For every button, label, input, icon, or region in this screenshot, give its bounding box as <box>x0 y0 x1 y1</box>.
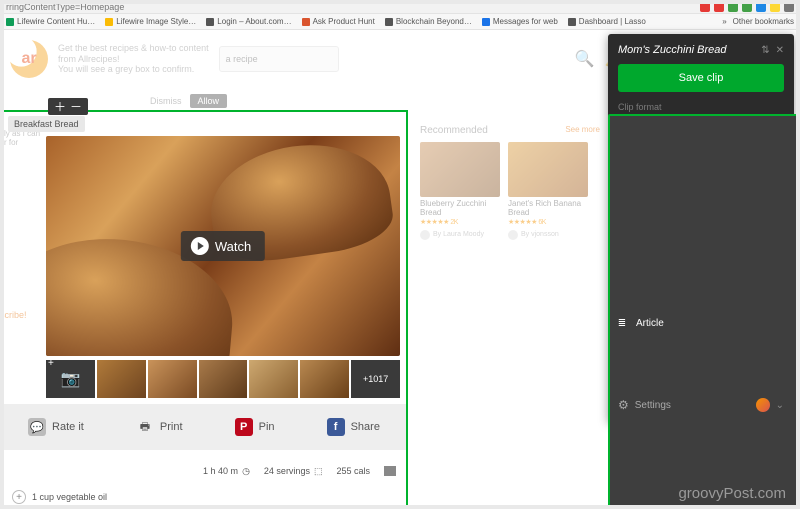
option-article[interactable]: ≣ Article ✓ <box>608 114 800 509</box>
clock-icon: ◷ <box>242 466 250 477</box>
recommended-section: Recommended See more Blueberry Zucchini B… <box>420 125 600 240</box>
avatar-icon <box>420 230 430 240</box>
save-clip-button[interactable]: Save clip <box>618 64 784 92</box>
notification-prompt: Dismiss Allow <box>150 94 227 108</box>
calories: 255 cals <box>336 466 370 476</box>
print-button[interactable]: 🖶Print <box>136 418 183 436</box>
recipe-author: By vjonsson <box>508 230 588 240</box>
recipe-thumb <box>420 142 500 197</box>
add-photo-button[interactable]: +📷 <box>46 360 95 398</box>
ext-icon[interactable] <box>700 2 710 12</box>
favicon <box>6 18 14 26</box>
close-icon[interactable]: ✕ <box>776 45 784 56</box>
add-ingredient-button[interactable]: + <box>12 490 26 504</box>
other-bookmarks[interactable]: » Other bookmarks <box>722 17 794 26</box>
watermark: groovyPost.com <box>678 485 786 503</box>
bookmark-item[interactable]: Lifewire Content Hu… <box>6 17 95 26</box>
user-avatar-icon[interactable] <box>756 398 770 412</box>
evernote-ext-icon[interactable] <box>728 2 738 12</box>
favicon <box>302 18 310 26</box>
ingredient-text: 1 cup vegetable oil <box>32 492 107 502</box>
pin-button[interactable]: PPin <box>235 418 275 436</box>
favicon <box>568 18 576 26</box>
bookmark-item[interactable]: Blockchain Beyond… <box>385 17 472 26</box>
watch-label: Watch <box>215 239 251 254</box>
rate-icon: 💬 <box>28 418 46 436</box>
rating-stars: ★★★★★ 6K <box>508 218 588 226</box>
search-input[interactable] <box>219 46 339 72</box>
recipe-title: Blueberry Zucchini Bread <box>420 200 500 218</box>
settings-label: Settings <box>635 400 671 411</box>
clip-format-label: Clip format <box>618 102 784 112</box>
rating-stars: ★★★★★ 2K <box>420 218 500 226</box>
servings: 24 servings ⬚ <box>264 466 323 477</box>
rate-button[interactable]: 💬Rate it <box>28 418 84 436</box>
cook-time: 1 h 40 m ◷ <box>203 466 250 477</box>
thumbnail-strip: +📷 +1017 <box>46 360 400 398</box>
bookmark-item[interactable]: Login – About.com… <box>206 17 291 26</box>
more-photos-button[interactable]: +1017 <box>351 360 400 398</box>
article-icon: ≣ <box>616 318 628 329</box>
profile-avatar-icon[interactable] <box>784 2 794 12</box>
options-icon[interactable]: ⇅ <box>761 45 769 56</box>
bookmark-item[interactable]: Dashboard | Lasso <box>568 17 646 26</box>
chart-icon[interactable] <box>384 466 396 476</box>
ext-icon[interactable] <box>756 2 766 12</box>
bookmark-item[interactable]: Ask Product Hunt <box>302 17 375 26</box>
dismiss-button[interactable]: Dismiss <box>150 96 182 106</box>
hero-image: Watch <box>46 136 400 356</box>
thumb-item[interactable] <box>199 360 248 398</box>
action-bar: 💬Rate it 🖶Print PPin fShare <box>2 404 406 450</box>
recipe-title: Janet's Rich Banana Bread <box>508 200 588 218</box>
share-button[interactable]: fShare <box>327 418 380 436</box>
collapse-icon[interactable]: － <box>70 98 82 115</box>
thumb-item[interactable] <box>300 360 349 398</box>
search-icon[interactable]: 🔍 <box>575 49 595 69</box>
watch-button[interactable]: Watch <box>181 231 265 261</box>
facebook-icon: f <box>327 418 345 436</box>
evernote-clipper-panel: Mom's Zucchini Bread ⇅ ✕ Save clip Clip … <box>608 34 794 422</box>
bookmark-item[interactable]: Messages for web <box>482 17 558 26</box>
favicon <box>206 18 214 26</box>
clip-selection-outline: ＋ － Breakfast Bread Watch +📷 <box>0 110 408 509</box>
clip-format-options: ≣ Article ✓ ≡ Simplified article ▭ Full … <box>618 116 784 200</box>
favicon <box>482 18 490 26</box>
notification-text: Get the best recipes & how-to content fr… <box>58 43 209 75</box>
thumb-item[interactable] <box>148 360 197 398</box>
browser-omnibox: rringContentType=Homepage <box>0 0 800 14</box>
clip-title[interactable]: Mom's Zucchini Bread <box>618 44 726 56</box>
print-icon: 🖶 <box>136 418 154 436</box>
nutrition-bar: 1 h 40 m ◷ 24 servings ⬚ 255 cals <box>2 456 396 486</box>
section-title: Recommended <box>420 125 488 136</box>
recipe-card[interactable]: Blueberry Zucchini Bread ★★★★★ 2K By Lau… <box>420 142 500 240</box>
selection-handle[interactable]: ＋ － <box>48 98 88 115</box>
ext-icon[interactable] <box>714 2 724 12</box>
avatar-icon <box>508 230 518 240</box>
ext-icon[interactable] <box>742 2 752 12</box>
ingredient-row: + 1 cup vegetable oil <box>12 490 107 504</box>
pinterest-icon: P <box>235 418 253 436</box>
settings-row[interactable]: ⚙ Settings ⌄ <box>618 398 784 412</box>
ext-icon[interactable] <box>770 2 780 12</box>
see-more-link[interactable]: See more <box>565 125 600 134</box>
expand-icon[interactable]: ＋ <box>54 98 66 115</box>
thumb-item[interactable] <box>97 360 146 398</box>
gear-icon: ⚙ <box>618 398 629 412</box>
breadcrumb-tag[interactable]: Breakfast Bread <box>8 116 85 132</box>
thumb-item[interactable] <box>249 360 298 398</box>
servings-icon: ⬚ <box>314 466 323 477</box>
favicon <box>385 18 393 26</box>
bookmarks-bar: Lifewire Content Hu… Lifewire Image Styl… <box>0 14 800 30</box>
url-text: rringContentType=Homepage <box>6 2 124 12</box>
recipe-thumb <box>508 142 588 197</box>
bookmark-item[interactable]: Lifewire Image Style… <box>105 17 196 26</box>
recipe-author: By Laura Moody <box>420 230 500 240</box>
play-icon <box>191 237 209 255</box>
recipe-card[interactable]: Janet's Rich Banana Bread ★★★★★ 6K By vj… <box>508 142 588 240</box>
brand-logo: ar <box>10 40 48 78</box>
chevron-down-icon: ⌄ <box>776 400 784 411</box>
extension-icons <box>700 2 794 12</box>
allow-button[interactable]: Allow <box>190 94 228 108</box>
favicon <box>105 18 113 26</box>
